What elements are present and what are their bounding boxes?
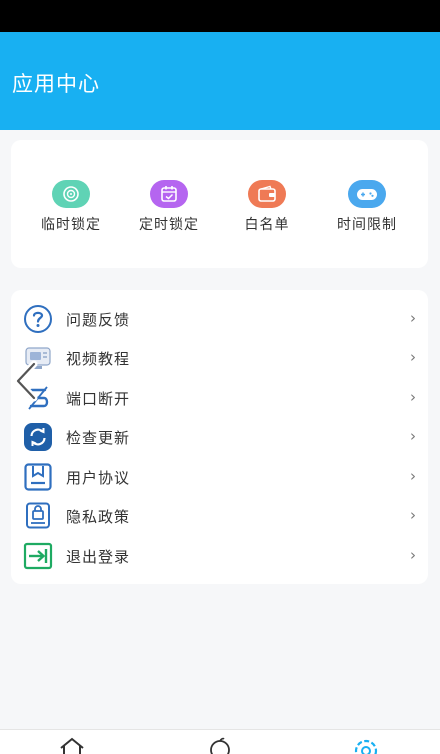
chevron-right-icon: › — [410, 467, 416, 485]
chevron-right-icon: › — [410, 348, 416, 366]
bottom-tab-bar — [0, 729, 440, 754]
menu-item-port-disconnect[interactable]: 端口断开 › — [11, 378, 428, 417]
menu-item-label: 视频教程 — [66, 350, 131, 368]
tab-apps[interactable] — [202, 736, 238, 754]
apps-icon — [207, 736, 233, 754]
whitelist-wallet-icon — [248, 180, 286, 208]
status-bar — [0, 0, 440, 32]
chevron-right-icon: › — [410, 309, 416, 327]
quick-action-whitelist[interactable]: 白名单 — [217, 180, 317, 234]
menu-item-label: 问题反馈 — [66, 311, 131, 329]
user-agreement-icon — [22, 461, 54, 493]
page-title: 应用中心 — [12, 72, 100, 96]
quick-action-time-limit[interactable]: 时间限制 — [317, 180, 417, 234]
menu-item-check-update[interactable]: 检查更新 › — [11, 417, 428, 456]
menu-item-privacy-policy[interactable]: 隐私政策 › — [11, 496, 428, 535]
question-icon — [22, 303, 54, 335]
chevron-right-icon: › — [410, 427, 416, 445]
menu-item-label: 检查更新 — [66, 429, 131, 447]
menu-item-video-tutorial[interactable]: 视频教程 › — [11, 338, 428, 377]
menu-item-label: 用户协议 — [66, 469, 131, 487]
menu-item-label: 端口断开 — [66, 390, 131, 408]
home-icon — [57, 736, 87, 754]
quick-action-label: 时间限制 — [337, 217, 397, 233]
chevron-right-icon: › — [410, 546, 416, 564]
privacy-policy-lock-icon — [22, 500, 54, 532]
chevron-right-icon: › — [410, 388, 416, 406]
refresh-update-icon — [22, 421, 54, 453]
scheduled-lock-calendar-icon — [150, 180, 188, 208]
logout-icon — [22, 540, 54, 572]
menu-item-label: 退出登录 — [66, 548, 131, 566]
settings-menu-card: 问题反馈 › 视频教程 › 端口断开 › 检查更新 › 用户协议 › 隐私政策 — [11, 290, 428, 584]
menu-item-label: 隐私政策 — [66, 508, 131, 526]
menu-item-user-agreement[interactable]: 用户协议 › — [11, 457, 428, 496]
back-gesture-icon[interactable] — [12, 360, 46, 402]
menu-item-feedback[interactable]: 问题反馈 › — [11, 299, 428, 338]
chevron-right-icon: › — [410, 506, 416, 524]
tab-settings[interactable] — [348, 736, 384, 754]
temporary-lock-icon — [52, 180, 90, 208]
tab-home[interactable] — [54, 736, 90, 754]
quick-action-scheduled-lock[interactable]: 定时锁定 — [119, 180, 219, 234]
time-limit-gamepad-icon — [348, 180, 386, 208]
settings-icon — [351, 736, 381, 754]
quick-action-label: 临时锁定 — [41, 217, 101, 233]
menu-item-logout[interactable]: 退出登录 › — [11, 536, 428, 575]
app-header: 应用中心 — [0, 32, 440, 130]
quick-actions-card: 临时锁定 定时锁定 白名单 时间限制 — [11, 140, 428, 268]
quick-action-label: 白名单 — [244, 217, 290, 233]
quick-action-temporary-lock[interactable]: 临时锁定 — [21, 180, 121, 234]
quick-action-label: 定时锁定 — [139, 217, 199, 233]
